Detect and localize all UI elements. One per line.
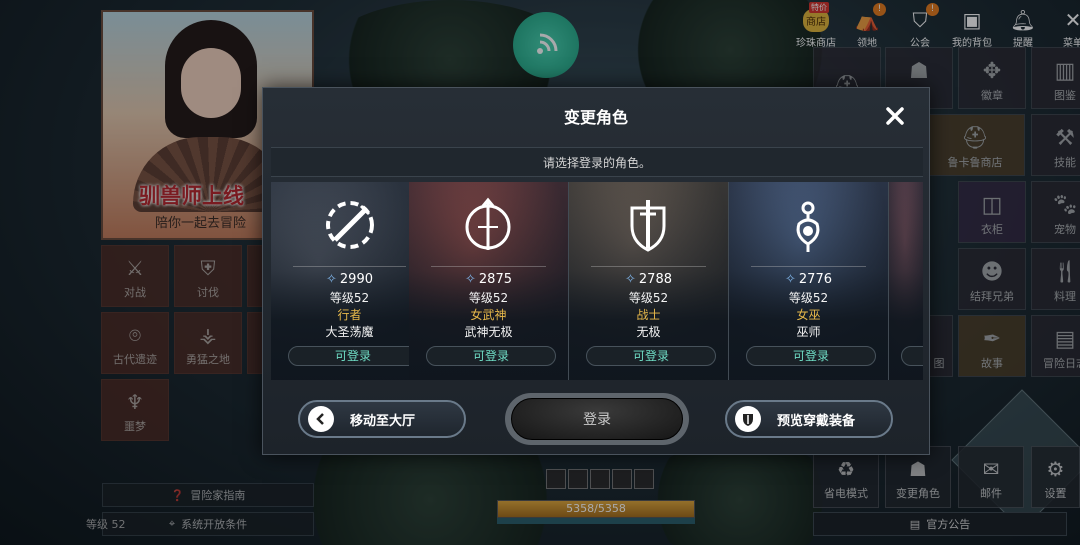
warrior-emblem-icon <box>630 200 666 252</box>
login-available-badge: 可 <box>901 346 923 366</box>
gear-score: ✧ 2788 <box>569 272 728 287</box>
login-label: 登录 <box>511 398 683 440</box>
gear-score-icon: ✧ <box>326 272 337 287</box>
card-divider <box>751 266 866 267</box>
gear-score: ✧ 2875 <box>409 272 568 287</box>
preview-equipment-button[interactable]: 预览穿戴装备 <box>725 400 893 438</box>
character-class: 行者 <box>337 308 362 322</box>
dialog-subtitle: 请选择登录的角色。 <box>271 147 923 177</box>
character-card[interactable]: ✧ 2776 等级52 女巫 巫师 可登录 <box>729 182 889 380</box>
character-name: 巫师 <box>796 325 821 339</box>
gear-score-value: 2875 <box>478 272 512 287</box>
character-name: 大圣荡魔 <box>325 325 374 339</box>
login-available-badge: 可登录 <box>288 346 418 366</box>
change-character-dialog: 变更角色 请选择登录的角色。 ✧ 2990 等级52 行者 大圣荡魔 可登录 ✧… <box>262 87 930 455</box>
character-class: 女巫 <box>796 308 821 322</box>
character-list: ✧ 2990 等级52 行者 大圣荡魔 可登录 ✧ 2875 等级52 女武神 … <box>271 182 923 380</box>
gear-score: ✧ 2990 <box>271 272 428 287</box>
game-screen: 驯兽师上线 陪你一起去冒险 ⚔ 对战 ⛨ 讨伐 ⌾ 古代遗迹 ⚶ 勇猛之地 ♆ … <box>0 0 1080 545</box>
login-button[interactable]: 登录 <box>505 393 689 445</box>
preview-equipment-label: 预览穿戴装备 <box>777 413 856 429</box>
gear-score-value: 2776 <box>798 272 832 287</box>
chevron-left-icon <box>308 406 334 432</box>
close-icon <box>886 107 904 125</box>
card-divider <box>431 266 546 267</box>
character-level: 等级52 <box>329 291 370 305</box>
character-level: 等级52 <box>468 291 509 305</box>
character-class: 女武神 <box>470 308 507 322</box>
gear-score: ✧ 2776 <box>729 272 888 287</box>
witch-emblem-icon <box>796 201 820 252</box>
gear-score-value: 2788 <box>638 272 672 287</box>
login-available-badge: 可登录 <box>426 346 556 366</box>
armor-icon <box>735 406 761 432</box>
character-level: 等级52 <box>628 291 669 305</box>
move-to-lobby-button[interactable]: 移动至大厅 <box>298 400 466 438</box>
gear-score-icon: ✧ <box>625 272 636 287</box>
valkyrie-emblem-icon <box>465 197 511 250</box>
card-divider <box>591 266 706 267</box>
gear-score-icon: ✧ <box>465 272 476 287</box>
character-name: 武神无极 <box>464 325 513 339</box>
card-divider <box>293 266 406 267</box>
striker-emblem-icon <box>326 201 374 249</box>
character-card[interactable]: 可 <box>889 182 923 380</box>
close-dialog-button[interactable] <box>883 104 907 128</box>
gear-score-icon: ✧ <box>785 272 796 287</box>
gear-score-value: 2990 <box>339 272 373 287</box>
login-available-badge: 可登录 <box>746 346 876 366</box>
character-card[interactable]: ✧ 2990 等级52 行者 大圣荡魔 可登录 <box>271 182 429 380</box>
move-to-lobby-label: 移动至大厅 <box>350 413 416 429</box>
character-card[interactable]: ✧ 2788 等级52 战士 无极 可登录 <box>569 182 729 380</box>
login-available-badge: 可登录 <box>586 346 716 366</box>
character-class: 战士 <box>636 308 661 322</box>
character-name: 无极 <box>636 325 661 339</box>
character-level: 等级52 <box>788 291 829 305</box>
dialog-title: 变更角色 <box>563 108 628 127</box>
character-card[interactable]: ✧ 2875 等级52 女武神 武神无极 可登录 <box>409 182 569 380</box>
